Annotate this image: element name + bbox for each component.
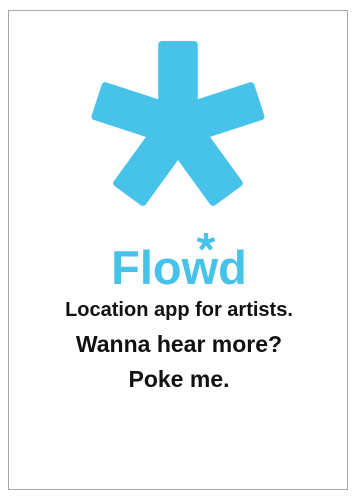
promo-card: Flowd Location app for artists. Wanna he… <box>8 10 348 490</box>
tagline-line-3: Poke me. <box>128 366 230 392</box>
tagline-line-1: Location app for artists. <box>65 299 293 321</box>
tagline-line-2: Wanna hear more? <box>75 331 283 357</box>
brand-name-text: Flowd <box>111 241 247 293</box>
asterisk-logo-icon <box>91 41 265 206</box>
flowd-wordmark: Flowd <box>111 233 247 293</box>
